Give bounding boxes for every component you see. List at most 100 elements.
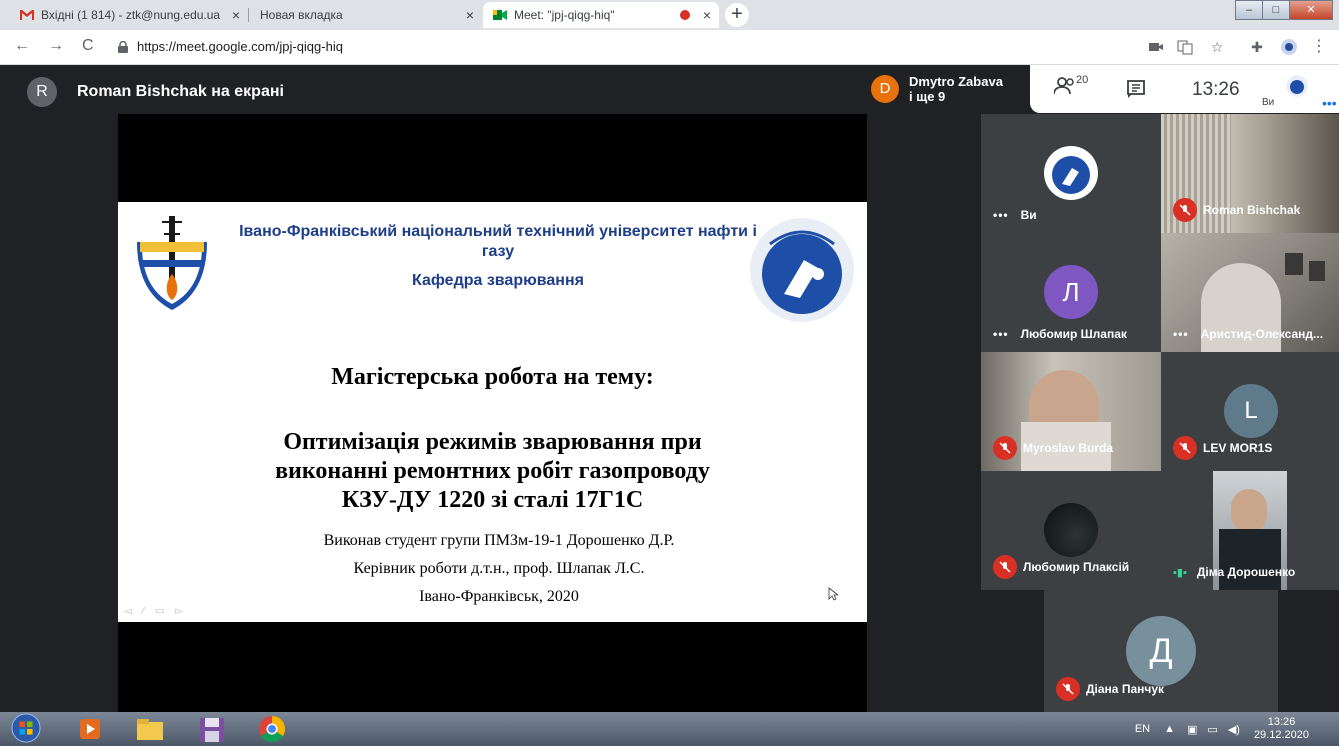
- participant-tile-burda[interactable]: Myroslav Burda: [981, 352, 1161, 471]
- tile-name: LEV MOR1S: [1203, 441, 1273, 455]
- new-tab-button[interactable]: +: [725, 3, 749, 27]
- tray-expand-icon[interactable]: ▲: [1164, 723, 1175, 735]
- media-player-icon[interactable]: [76, 714, 104, 744]
- video-background: [1309, 261, 1325, 281]
- address-bar: ← → C https://meet.google.com/jpj-qiqg-h…: [0, 30, 1339, 65]
- maximize-icon[interactable]: □: [1262, 0, 1290, 20]
- slide-supervisor: Керівник роботи д.т.н., проф. Шлапак Л.С…: [353, 560, 645, 577]
- meet-call: R Roman Bishchak на екрані Івано-Франків…: [0, 65, 1339, 712]
- file-explorer-icon[interactable]: [134, 714, 166, 744]
- topic-line: виконанні ремонтних робіт газопроводу: [275, 458, 710, 484]
- speaking-indicator-icon: ▪▮▪: [1173, 566, 1187, 579]
- presenter-label: Roman Bishchak на екрані: [77, 83, 284, 100]
- meet-toolbar: 20 13:26 Ви •••: [1030, 65, 1339, 113]
- meeting-clock: 13:26: [1192, 79, 1240, 100]
- participant-tile-lev[interactable]: L LEV MOR1S: [1161, 352, 1339, 471]
- chrome-icon[interactable]: [256, 714, 288, 744]
- participant-tile-panchuk[interactable]: Д Діана Панчук: [1044, 590, 1278, 712]
- video-background: [1285, 253, 1303, 275]
- tile-name: Ви: [1020, 208, 1037, 222]
- back-icon[interactable]: ←: [14, 37, 30, 55]
- self-avatar[interactable]: [1286, 75, 1308, 97]
- close-icon[interactable]: ×: [466, 7, 474, 23]
- start-button-icon[interactable]: [8, 713, 44, 743]
- more-icon[interactable]: •••: [993, 327, 1009, 341]
- tab-gmail[interactable]: Вхідні (1 814) - ztk@nung.edu.ua ×: [10, 2, 248, 28]
- participant-tile-plaksii[interactable]: Любомир Плаксій: [981, 471, 1161, 590]
- more-options-icon[interactable]: •••: [1322, 95, 1337, 111]
- volume-icon[interactable]: ◀): [1228, 723, 1240, 736]
- tile-label: Діана Панчук: [1056, 677, 1164, 701]
- reload-icon[interactable]: C: [82, 37, 94, 55]
- url-field[interactable]: https://meet.google.com/jpj-qiqg-hiq: [118, 39, 343, 54]
- tile-label: ▪▮▪ Діма Дорошенко: [1173, 565, 1295, 579]
- tile-name: Аристид-Олександ...: [1200, 327, 1324, 341]
- mouse-cursor-icon: [828, 587, 838, 601]
- participant-tile-shlapak[interactable]: Л ••• Любомир Шлапак: [981, 233, 1161, 352]
- slide-author: Виконав студент групи ПМЗм-19-1 Дорошенк…: [323, 532, 675, 549]
- mic-off-icon: [1173, 436, 1197, 460]
- slide-city-year: Івано-Франківськ, 2020: [419, 588, 579, 605]
- department-name: Кафедра зварювання: [412, 272, 584, 289]
- university-logo: [137, 216, 207, 310]
- participant-tile-arystyd[interactable]: ••• Аристид-Олександ...: [1161, 233, 1339, 352]
- participant-tile-roman[interactable]: Roman Bishchak: [1161, 114, 1339, 233]
- browser-tab-strip: Вхідні (1 814) - ztk@nung.edu.ua × Новая…: [0, 0, 1339, 30]
- window-controls: – □ ✕: [1235, 0, 1333, 20]
- participant-tile-self[interactable]: ••• Ви: [981, 114, 1161, 233]
- slide-topic: Оптимізація режимів зварювання при викон…: [118, 428, 867, 515]
- language-indicator[interactable]: EN: [1135, 723, 1150, 735]
- department-logo-avatar: [1044, 146, 1098, 200]
- tab-divider: [248, 8, 249, 22]
- tile-label: ••• Аристид-Олександ...: [1173, 327, 1323, 341]
- star-icon[interactable]: ☆: [1208, 38, 1226, 56]
- menu-icon[interactable]: ⋮: [1310, 38, 1328, 56]
- mic-off-icon: [993, 436, 1017, 460]
- close-icon[interactable]: ×: [232, 7, 240, 23]
- more-icon[interactable]: •••: [1173, 327, 1189, 341]
- camera-icon[interactable]: [1147, 38, 1165, 56]
- participant-avatar: Л: [1044, 265, 1098, 319]
- tab-meet[interactable]: Meet: "jpj-qiqg-hiq" ×: [483, 2, 719, 28]
- close-icon[interactable]: ×: [703, 7, 711, 23]
- tile-label: ••• Ви: [993, 208, 1037, 222]
- tab-new-tab[interactable]: Новая вкладка ×: [250, 2, 482, 28]
- tile-label: Roman Bishchak: [1173, 198, 1300, 222]
- participants-summary[interactable]: D Dmytro Zabava і ще 9: [866, 65, 1029, 113]
- system-clock[interactable]: 13:26 29.12.2020: [1254, 716, 1309, 742]
- topic-line: КЗУ-ДУ 1220 зі сталі 17Г1С: [341, 487, 644, 513]
- clock-date: 29.12.2020: [1253, 729, 1309, 741]
- more-icon[interactable]: •••: [993, 208, 1009, 222]
- presentation-slide: Івано-Франківський національний технічни…: [118, 202, 867, 622]
- forward-icon[interactable]: →: [48, 37, 64, 55]
- minimize-icon[interactable]: –: [1235, 0, 1263, 20]
- action-center-icon[interactable]: ▭: [1207, 723, 1217, 736]
- participant-avatar: Д: [1126, 616, 1196, 686]
- clock-time: 13:26: [1267, 716, 1296, 728]
- people-count: 20: [1076, 74, 1089, 86]
- self-label: Ви: [1262, 97, 1275, 108]
- network-icon[interactable]: ▣: [1187, 723, 1197, 736]
- tile-name: Roman Bishchak: [1203, 203, 1301, 217]
- profile-icon[interactable]: [1280, 38, 1298, 56]
- tile-label: LEV MOR1S: [1173, 436, 1272, 460]
- slide-navigation-icons[interactable]: ◅ ⁄ ▭ ▻: [124, 606, 187, 617]
- save-floppy-icon[interactable]: [196, 714, 228, 744]
- screen: Вхідні (1 814) - ztk@nung.edu.ua × Новая…: [0, 0, 1339, 746]
- department-logo: [750, 218, 854, 322]
- mic-off-icon: [1173, 198, 1197, 222]
- presenter-avatar: R: [27, 77, 57, 107]
- presenter-header: R Roman Bishchak на екрані: [27, 77, 284, 107]
- windows-taskbar: EN ▲ ▣ ▭ ◀) 13:26 29.12.2020: [0, 712, 1339, 746]
- people-button[interactable]: 20: [1054, 74, 1089, 95]
- extensions-icon[interactable]: ✚: [1248, 38, 1266, 56]
- chat-icon[interactable]: [1126, 79, 1146, 99]
- close-window-icon[interactable]: ✕: [1289, 0, 1333, 20]
- translate-icon[interactable]: [1176, 38, 1194, 56]
- self-logo-icon: [1287, 76, 1307, 96]
- url-text: https://meet.google.com/jpj-qiqg-hiq: [137, 39, 343, 54]
- participant-tile-doroshenko[interactable]: ▪▮▪ Діма Дорошенко: [1161, 471, 1339, 590]
- participant-summary-text: Dmytro Zabava і ще 9: [909, 74, 1003, 104]
- recording-icon: [680, 10, 690, 20]
- tile-label: Myroslav Burda: [993, 436, 1113, 460]
